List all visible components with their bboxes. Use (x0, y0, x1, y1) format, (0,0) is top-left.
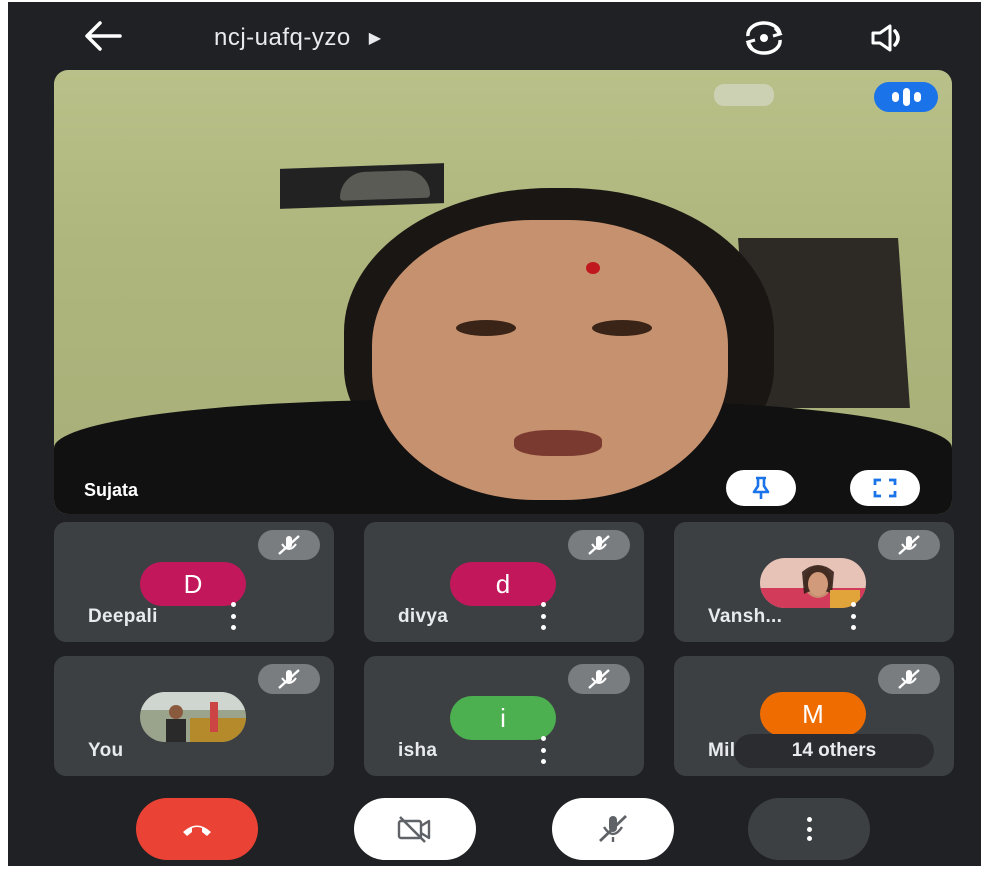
mic-off-icon (278, 669, 300, 689)
participant-name: Deepali (88, 606, 158, 627)
mic-off-badge (568, 530, 630, 560)
mic-off-icon (898, 669, 920, 689)
meeting-title[interactable]: ncj-uafq-yzo ▶ (214, 24, 382, 52)
mic-off-icon (588, 669, 610, 689)
mic-toggle-button[interactable] (552, 798, 674, 860)
avatar: D (140, 562, 246, 606)
background-wall-frame (280, 163, 444, 209)
participant-tile-others[interactable]: M Mil 14 others (674, 656, 954, 776)
caret-right-icon: ▶ (368, 30, 382, 47)
speaker-button[interactable] (866, 18, 910, 58)
background-lamp (714, 84, 774, 106)
more-vert-icon[interactable] (848, 602, 858, 630)
more-vert-icon (805, 817, 813, 841)
main-speaker-video[interactable]: Sujata (54, 70, 952, 514)
mic-off-icon (898, 535, 920, 555)
participant-tile-vansh[interactable]: Vansh... (674, 522, 954, 642)
speaker-icon (871, 24, 900, 52)
back-button[interactable] (80, 16, 124, 56)
participant-tile-divya[interactable]: d divya (364, 522, 644, 642)
participant-name: isha (398, 740, 438, 761)
avatar-photo (760, 558, 866, 608)
participant-tile-you[interactable]: You (54, 656, 334, 776)
meet-call-screen: ncj-uafq-yzo ▶ Sujata D Deepali d divya … (8, 2, 981, 866)
avatar-photo (140, 692, 246, 742)
mic-off-icon (599, 814, 627, 843)
fullscreen-button[interactable] (850, 470, 920, 506)
camera-off-icon (397, 816, 431, 843)
switch-camera-icon (745, 21, 783, 55)
participant-tile-deepali[interactable]: D Deepali (54, 522, 334, 642)
more-vert-icon[interactable] (538, 602, 548, 630)
speaker-name-label: Sujata (84, 480, 139, 500)
top-bar: ncj-uafq-yzo ▶ (8, 2, 981, 68)
mic-off-icon (588, 535, 610, 555)
camera-toggle-button[interactable] (354, 798, 476, 860)
avatar: M (760, 692, 866, 736)
fullscreen-icon (873, 478, 897, 498)
participant-name: Vansh... (708, 606, 783, 627)
others-count-pill[interactable]: 14 others (734, 734, 934, 768)
end-call-button[interactable] (136, 798, 258, 860)
avatar: d (450, 562, 556, 606)
mic-off-badge (878, 664, 940, 694)
mic-off-icon (278, 535, 300, 555)
audio-level-icon (874, 82, 938, 112)
participant-name: divya (398, 606, 449, 627)
mic-off-badge (258, 530, 320, 560)
end-call-icon (183, 825, 211, 836)
mic-off-badge (258, 664, 320, 694)
participant-name: You (88, 740, 124, 761)
arrow-left-icon (85, 21, 122, 51)
participant-tile-isha[interactable]: i isha (364, 656, 644, 776)
more-options-button[interactable] (748, 798, 870, 860)
meeting-code: ncj-uafq-yzo (214, 24, 351, 51)
pin-icon (752, 476, 770, 499)
speaker-face (372, 220, 728, 500)
participant-name: Mil (708, 740, 736, 761)
switch-camera-button[interactable] (742, 18, 786, 58)
pin-button[interactable] (726, 470, 796, 506)
mic-off-badge (568, 664, 630, 694)
more-vert-icon[interactable] (228, 602, 238, 630)
more-vert-icon[interactable] (538, 736, 548, 764)
mic-off-badge (878, 530, 940, 560)
avatar: i (450, 696, 556, 740)
